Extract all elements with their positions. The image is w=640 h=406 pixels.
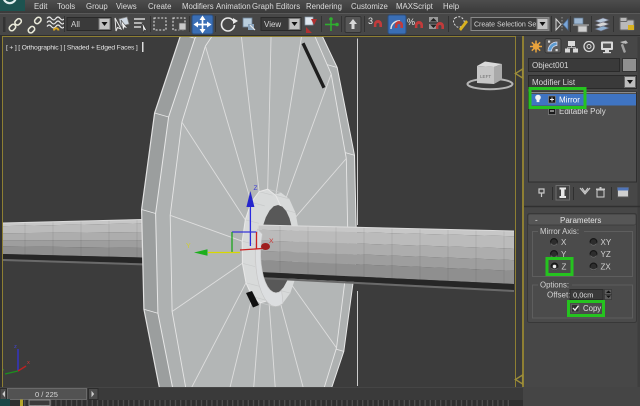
svg-text:Copy: Copy	[583, 304, 601, 313]
svg-text:-: -	[535, 216, 538, 225]
svg-text:All: All	[71, 20, 80, 29]
svg-text:Mirror: Mirror	[559, 96, 580, 105]
svg-text:X: X	[561, 238, 567, 247]
svg-text:Object001: Object001	[532, 61, 569, 70]
svg-text:z: z	[14, 344, 17, 350]
svg-text:y: y	[3, 368, 4, 374]
svg-text:Y: Y	[186, 243, 191, 250]
svg-text:Offset:: Offset:	[547, 291, 570, 300]
svg-text:Parameters: Parameters	[560, 216, 601, 225]
svg-text:XY: XY	[601, 238, 612, 247]
svg-text:Options:: Options:	[540, 281, 569, 290]
svg-text:0,0cm: 0,0cm	[573, 291, 593, 300]
svg-text:[ + ] [ Orthographic ] [ Shade: [ + ] [ Orthographic ] [ Shaded + Edged …	[6, 45, 138, 52]
svg-text:Z: Z	[562, 263, 567, 272]
svg-text:Create Selection Se: Create Selection Se	[474, 22, 536, 29]
svg-text:0 / 225: 0 / 225	[35, 390, 58, 399]
svg-text:LEFT: LEFT	[480, 74, 491, 79]
svg-text:3: 3	[368, 16, 373, 26]
svg-text:Mirror Axis:: Mirror Axis:	[540, 227, 579, 236]
svg-text:Modifier List: Modifier List	[532, 78, 576, 87]
svg-text:%: %	[407, 17, 415, 27]
svg-text:YZ: YZ	[601, 250, 611, 259]
svg-text:x: x	[27, 360, 30, 366]
svg-text:Z: Z	[254, 185, 258, 192]
svg-text:ZX: ZX	[601, 263, 612, 272]
svg-text:View: View	[264, 20, 281, 29]
svg-text:X: X	[269, 238, 274, 245]
